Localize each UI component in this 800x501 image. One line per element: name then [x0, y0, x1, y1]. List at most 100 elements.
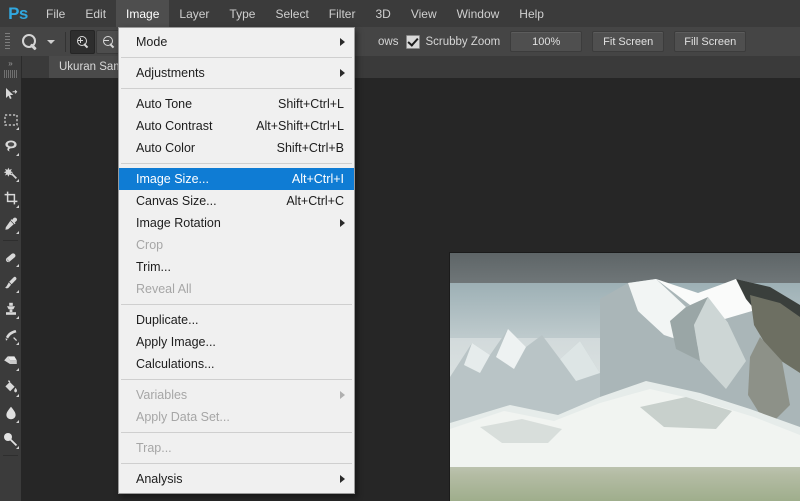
crop-tool[interactable] — [0, 185, 21, 211]
menu-bar-item-file[interactable]: File — [36, 0, 75, 27]
menu-item-mode[interactable]: Mode — [119, 31, 354, 53]
healing-brush-tool[interactable] — [0, 244, 21, 270]
menu-item-trap: Trap... — [119, 437, 354, 459]
menu-bar-item-image[interactable]: Image — [116, 0, 170, 27]
menu-item-label: Variables — [136, 388, 188, 402]
clone-stamp-tool[interactable] — [0, 296, 21, 322]
blur-tool[interactable] — [0, 400, 21, 426]
fit-screen-button[interactable]: Fit Screen — [592, 31, 665, 52]
menu-bar-item-window[interactable]: Window — [447, 0, 510, 27]
eyedropper-tool[interactable] — [0, 211, 21, 237]
submenu-arrow-icon — [340, 391, 345, 399]
menu-bar-item-edit[interactable]: Edit — [75, 0, 116, 27]
menu-item-analysis[interactable]: Analysis — [119, 468, 354, 490]
menu-item-label: Image Size... — [136, 172, 209, 186]
menu-item-canvas-size[interactable]: Canvas Size... Alt+Ctrl+C — [119, 190, 354, 212]
menu-item-auto-contrast[interactable]: Auto Contrast Alt+Shift+Ctrl+L — [119, 115, 354, 137]
dodge-tool[interactable] — [0, 426, 21, 452]
menu-item-label: Duplicate... — [136, 313, 199, 327]
submenu-arrow-icon — [340, 219, 345, 227]
document-image[interactable] — [450, 253, 800, 501]
menu-bar-item-select[interactable]: Select — [265, 0, 318, 27]
photoshop-window: Ps File Edit Image Layer Type Select Filter 3D V… — [0, 0, 800, 501]
menu-bar-item-view[interactable]: View — [401, 0, 447, 27]
menu-item-image-rotation[interactable]: Image Rotation — [119, 212, 354, 234]
magnifier-icon — [21, 34, 37, 51]
menu-bar-item-help[interactable]: Help — [509, 0, 554, 27]
menu-item-shortcut: Alt+Ctrl+I — [291, 172, 344, 186]
tools-divider-2 — [3, 455, 18, 456]
menu-item-label: Apply Data Set... — [136, 410, 230, 424]
scrubby-zoom-checkbox[interactable]: Scrubby Zoom — [406, 34, 501, 49]
menu-item-reveal-all: Reveal All — [119, 278, 354, 300]
menu-bar: Ps File Edit Image Layer Type Select Filter 3D V… — [0, 0, 800, 28]
eraser-tool[interactable] — [0, 348, 21, 374]
menu-item-label: Trim... — [136, 260, 171, 274]
menu-item-label: Reveal All — [136, 282, 192, 296]
options-bar-grip[interactable] — [5, 32, 10, 51]
zoom-in-icon — [76, 35, 89, 48]
zoom-in-button[interactable] — [70, 29, 95, 54]
brush-tool[interactable] — [0, 270, 21, 296]
menu-separator — [121, 88, 352, 89]
menu-item-crop: Crop — [119, 234, 354, 256]
tools-divider — [3, 240, 18, 241]
menu-bar-item-filter[interactable]: Filter — [319, 0, 366, 27]
checkbox-icon — [406, 34, 421, 49]
magic-wand-tool[interactable] — [0, 159, 21, 185]
scrubby-zoom-label: Scrubby Zoom — [425, 35, 501, 48]
menu-item-label: Calculations... — [136, 357, 215, 371]
menu-item-label: Canvas Size... — [136, 194, 217, 208]
menu-item-shortcut: Alt+Shift+Ctrl+L — [256, 119, 344, 133]
tools-panel-collapse-button[interactable]: » — [0, 56, 21, 70]
menu-item-shortcut: Alt+Ctrl+C — [286, 194, 344, 208]
menu-item-image-size[interactable]: Image Size... Alt+Ctrl+I — [119, 168, 354, 190]
menu-item-trim[interactable]: Trim... — [119, 256, 354, 278]
menu-separator — [121, 57, 352, 58]
menu-bar-item-layer[interactable]: Layer — [169, 0, 219, 27]
menu-item-label: Auto Contrast — [136, 119, 213, 133]
menu-item-apply-data-set: Apply Data Set... — [119, 406, 354, 428]
rectangular-marquee-tool[interactable] — [0, 107, 21, 133]
menu-item-calculations[interactable]: Calculations... — [119, 353, 354, 375]
menu-separator — [121, 432, 352, 433]
zoom-out-icon — [102, 35, 115, 48]
menu-item-label: Crop — [136, 238, 164, 252]
move-tool[interactable] — [0, 81, 21, 107]
menu-separator — [121, 163, 352, 164]
menu-item-label: Auto Tone — [136, 97, 193, 111]
active-tool-preview[interactable] — [14, 30, 44, 53]
fill-screen-button[interactable]: Fill Screen — [674, 31, 747, 52]
lasso-tool[interactable] — [0, 133, 21, 159]
history-brush-tool[interactable] — [0, 322, 21, 348]
image-menu-dropdown[interactable]: Mode Adjustments Auto Tone Shift+Ctrl+L Auto… — [118, 27, 355, 494]
menu-separator — [121, 304, 352, 305]
menu-separator — [121, 379, 352, 380]
submenu-arrow-icon — [340, 38, 345, 46]
submenu-arrow-icon — [340, 475, 345, 483]
zoom-100-button[interactable]: 100% — [510, 31, 583, 52]
menu-item-label: Auto Color — [136, 141, 196, 155]
menu-item-label: Apply Image... — [136, 335, 216, 349]
submenu-arrow-icon — [340, 69, 345, 77]
menu-item-adjustments[interactable]: Adjustments — [119, 62, 354, 84]
tools-panel: » — [0, 56, 22, 501]
occluded-option-label: ows — [378, 35, 399, 48]
menu-item-label: Adjustments — [136, 66, 205, 80]
menu-item-label: Analysis — [136, 472, 183, 486]
menu-item-auto-color[interactable]: Auto Color Shift+Ctrl+B — [119, 137, 354, 159]
menu-bar-item-type[interactable]: Type — [219, 0, 265, 27]
photoshop-logo: Ps — [8, 3, 28, 23]
chevron-down-icon[interactable] — [47, 39, 55, 44]
menu-item-apply-image[interactable]: Apply Image... — [119, 331, 354, 353]
menu-item-label: Trap... — [136, 441, 172, 455]
menu-item-variables: Variables — [119, 384, 354, 406]
paint-bucket-tool[interactable] — [0, 374, 21, 400]
tools-panel-grip[interactable] — [4, 70, 17, 78]
menu-item-auto-tone[interactable]: Auto Tone Shift+Ctrl+L — [119, 93, 354, 115]
menu-item-shortcut: Shift+Ctrl+L — [277, 97, 344, 111]
menu-item-shortcut: Shift+Ctrl+B — [276, 141, 344, 155]
menu-item-label: Image Rotation — [136, 216, 221, 230]
menu-bar-item-3d[interactable]: 3D — [365, 0, 400, 27]
menu-item-duplicate[interactable]: Duplicate... — [119, 309, 354, 331]
